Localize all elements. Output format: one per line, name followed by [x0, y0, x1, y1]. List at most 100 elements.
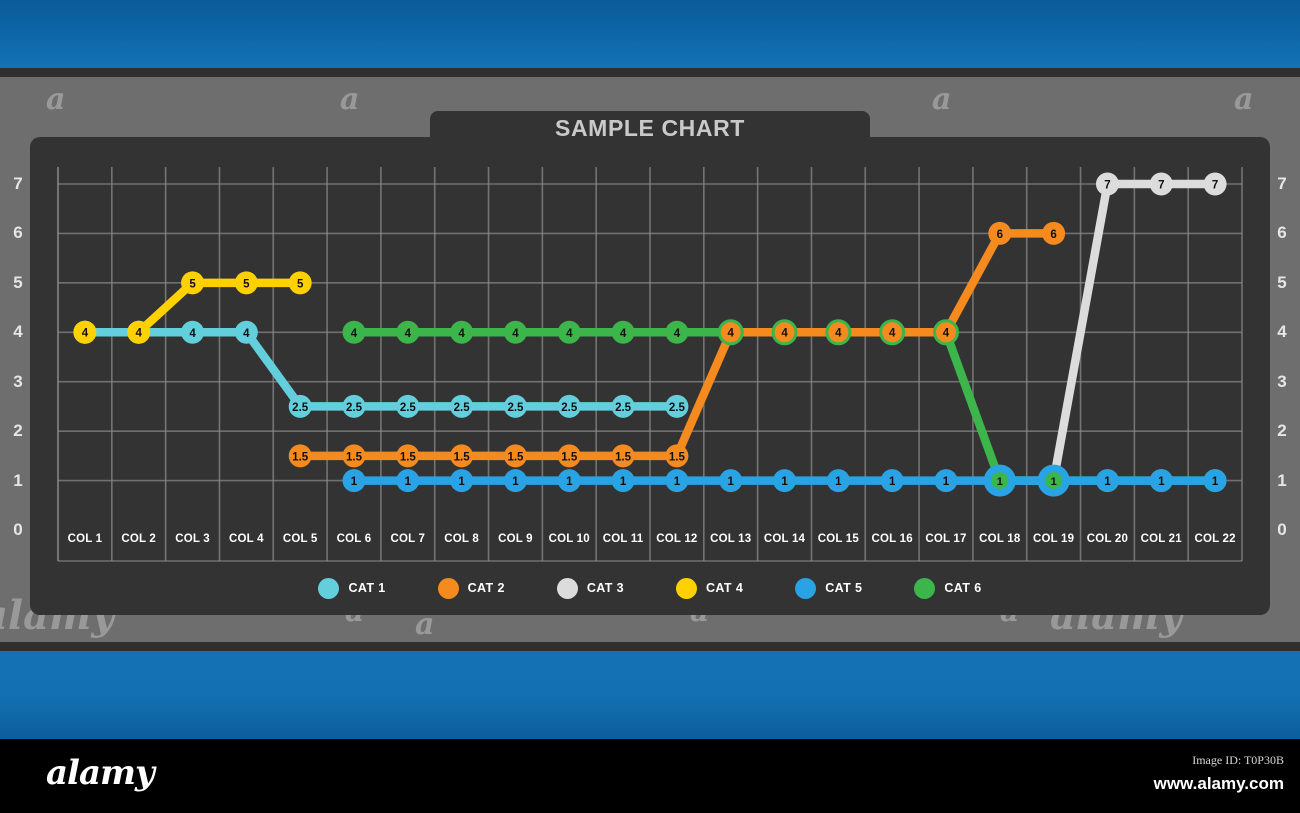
footer-bar: alamy Image ID: T0P30B www.alamy.com [0, 739, 1300, 813]
legend-label: CAT 6 [944, 581, 982, 595]
legend-item[interactable]: CAT 5 [795, 577, 863, 599]
x-axis-label: COL 11 [602, 533, 644, 545]
legend-label: CAT 1 [348, 581, 386, 595]
x-axis-label: COL 21 [1140, 533, 1182, 545]
y-axis-tick-left: 1 [13, 470, 23, 490]
alamy-logo: alamy [46, 753, 155, 793]
data-point-label: 1 [943, 476, 950, 488]
data-point-label: 1.5 [346, 451, 363, 463]
data-point-label: 6 [997, 229, 1003, 241]
y-axis-tick-left: 0 [13, 520, 23, 539]
legend-item[interactable]: CAT 6 [914, 577, 982, 599]
data-point-label: 1 [835, 476, 842, 488]
top-dark-divider [0, 68, 1300, 77]
data-point-label: 1.5 [400, 451, 417, 463]
series-line [295, 229, 1058, 461]
legend-item[interactable]: CAT 4 [676, 577, 744, 599]
bottom-blue-band [0, 651, 1300, 739]
y-axis-tick-right: 4 [1277, 322, 1287, 342]
data-point-label: 1 [566, 476, 573, 488]
data-point-label: 4 [943, 328, 950, 340]
x-axis-label: COL 14 [763, 533, 806, 545]
screenshot-root: aaaaaaaaaaaaaaaaaaaalamyalamy SAMPLE CHA… [0, 0, 1300, 813]
y-axis-tick-right: 0 [1277, 520, 1287, 539]
legend-color-swatch [795, 577, 817, 599]
x-axis-label: COL 17 [925, 533, 967, 545]
data-point-label: 4 [82, 328, 89, 340]
legend-label: CAT 3 [586, 581, 624, 595]
x-axis-label: COL 7 [390, 533, 426, 545]
watermark-glyph: a [46, 82, 66, 117]
x-axis-label: COL 19 [1032, 533, 1075, 545]
data-point-label: 5 [243, 278, 250, 290]
x-axis-label: COL 8 [444, 533, 479, 545]
data-point-label: 2.5 [561, 402, 578, 414]
data-point-label: 2.5 [615, 402, 632, 414]
y-axis-tick-right: 5 [1277, 272, 1287, 292]
grid-lines [57, 167, 1243, 562]
plot-area: 7 7 7 4 4 5 5 5 4 4 4 4 2.5 2.5 2.5 2.5 2.5 2.5 2.5 2.5 4 4 4 4… [13, 137, 1287, 615]
data-point-label: 4 [351, 328, 358, 340]
legend-color-swatch [556, 577, 578, 599]
bottom-dark-divider [0, 642, 1300, 651]
x-axis-label: COL 15 [817, 533, 859, 545]
data-point-label: 2.5 [669, 402, 686, 414]
x-axis-label: COL 4 [229, 533, 264, 545]
data-point-label: 1 [351, 476, 358, 488]
x-axis-label: COL 12 [656, 533, 698, 545]
data-point-label: 4 [781, 328, 788, 340]
data-point-label: 1 [620, 476, 627, 488]
y-axis-tick-left: 5 [13, 272, 23, 292]
data-point-label: 1 [512, 476, 519, 488]
y-axis-tick-right: 3 [1277, 371, 1287, 391]
data-point-label: 1.5 [561, 451, 578, 463]
y-axis-tick-left: 6 [13, 223, 23, 243]
legend-label: CAT 5 [825, 581, 863, 595]
data-point-label: 4 [189, 328, 196, 340]
data-point-label: 7 [1104, 180, 1110, 192]
data-point-label: 6 [1050, 229, 1056, 241]
data-point-label: 4 [620, 328, 627, 340]
data-point-label: 4 [405, 328, 412, 340]
data-point-label: 1 [674, 476, 681, 488]
alamy-url[interactable]: www.alamy.com [1154, 774, 1284, 794]
legend-item[interactable]: CAT 3 [556, 577, 624, 599]
watermark-glyph: a [1234, 82, 1254, 117]
data-point-label: 7 [1212, 180, 1218, 192]
data-point-label: 1 [1104, 476, 1111, 488]
data-point-label: 1.5 [454, 451, 471, 463]
x-axis-label: COL 10 [548, 533, 590, 545]
data-point-label: 1 [1212, 476, 1219, 488]
data-point-label: 2.5 [292, 402, 309, 414]
data-point-label: 1 [405, 476, 412, 488]
y-axis-tick-right: 2 [1277, 421, 1287, 441]
legend-label: CAT 4 [706, 581, 744, 595]
x-axis-label: COL 5 [282, 533, 318, 545]
data-point-label: 1 [889, 476, 896, 488]
data-point-label: 1 [997, 476, 1003, 488]
data-point-label: 5 [297, 278, 304, 290]
x-axis-label: COL 6 [336, 533, 372, 545]
data-point-label: 4 [674, 328, 681, 340]
data-point-label: 4 [728, 328, 735, 340]
y-axis-tick-right: 6 [1277, 223, 1287, 243]
data-point-label: 1.5 [507, 451, 524, 463]
legend-item[interactable]: CAT 1 [318, 577, 386, 599]
data-point-label: 4 [835, 328, 842, 340]
x-axis-label: COL 22 [1194, 533, 1236, 545]
data-point-label: 1 [728, 476, 735, 488]
legend-item[interactable]: CAT 2 [437, 577, 505, 599]
watermark-glyph: a [932, 82, 952, 117]
image-id-text: Image ID: T0P30B [1192, 753, 1284, 767]
data-point-label: 2.5 [507, 402, 524, 414]
data-point-label: 1.5 [292, 451, 309, 463]
legend-color-swatch [914, 577, 936, 599]
legend-color-swatch [318, 577, 340, 599]
data-point-label: 1 [781, 476, 788, 488]
data-point-label: 4 [458, 328, 465, 340]
data-point-label: 4 [566, 328, 573, 340]
y-axis-tick-left: 7 [13, 174, 23, 193]
data-point-label: 1.5 [615, 451, 632, 463]
data-point-label: 2.5 [454, 402, 471, 414]
data-point-label: 4 [243, 328, 250, 340]
